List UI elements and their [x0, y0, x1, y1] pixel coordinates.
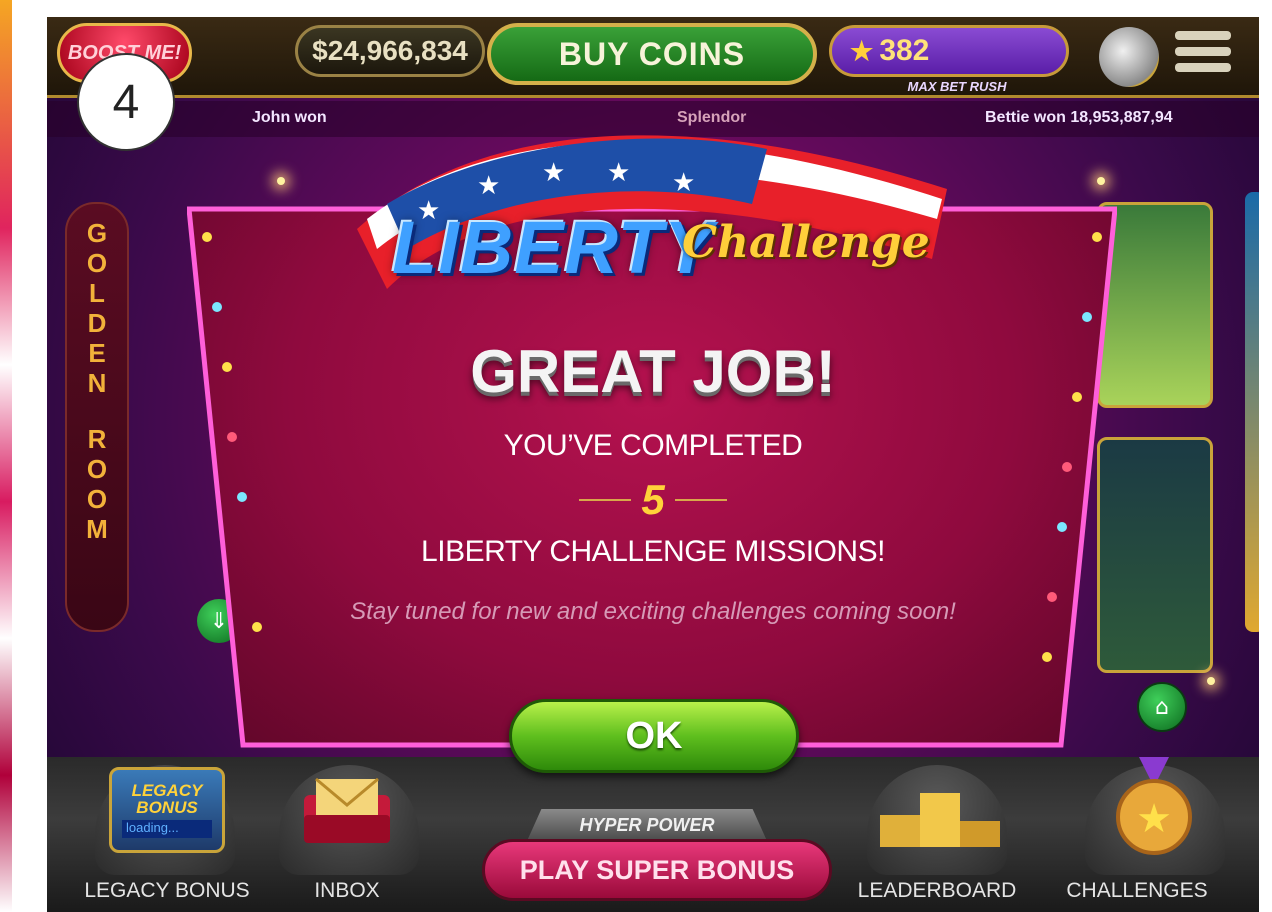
previous-screen-strip: [0, 0, 12, 912]
svg-text:★: ★: [542, 158, 565, 188]
mission-count-row: 5: [47, 475, 1259, 525]
max-bet-rush-label: MAX BET RUSH: [907, 79, 1007, 94]
stars-counter[interactable]: ★ 382: [829, 25, 1069, 77]
legacy-bonus-icon[interactable]: LEGACY BONUS loading...: [109, 767, 225, 853]
golden-room-letter: O: [86, 248, 108, 278]
golden-room-letter: D: [87, 308, 107, 338]
legacy-bonus-icon-title: LEGACY BONUS: [131, 781, 203, 817]
coin-balance: $24,966,834: [295, 25, 485, 77]
inbox-envelope-icon[interactable]: [302, 775, 392, 845]
liberty-title: LIBERTY: [392, 206, 715, 289]
missions-text: LIBERTY CHALLENGE MISSIONS!: [421, 535, 885, 568]
challenge-subtitle: Challenge: [682, 217, 930, 268]
ticker-entry: John won: [252, 109, 327, 126]
legacy-bonus-label[interactable]: LEGACY BONUS: [67, 879, 267, 903]
stars-value: 382: [879, 34, 930, 67]
divider: [674, 499, 727, 501]
svg-text:★: ★: [607, 158, 630, 188]
player-avatar[interactable]: [1099, 27, 1159, 87]
loading-indicator: loading...: [122, 820, 212, 838]
home-icon[interactable]: ⌂: [1137, 682, 1187, 732]
game-screen: BOOST ME! $24,966,834 BUY COINS ★ 382 MA…: [47, 17, 1259, 912]
mission-count: 5: [641, 476, 665, 523]
play-super-bonus-button[interactable]: PLAY SUPER BONUS: [482, 839, 832, 901]
buy-coins-button[interactable]: BUY COINS: [487, 23, 817, 85]
star-icon: ★: [850, 35, 874, 66]
firework-sparkle: [1207, 677, 1215, 685]
golden-room-letter: G: [86, 218, 108, 248]
ticker-entry: Bettie won 18,953,887,94: [985, 109, 1173, 126]
stay-tuned-message: Stay tuned for new and exciting challeng…: [350, 598, 956, 625]
challenges-medal-icon[interactable]: ★: [1099, 757, 1209, 857]
great-job-heading: GREAT JOB!: [470, 338, 836, 405]
golden-room-letter: L: [89, 278, 105, 308]
hamburger-menu-icon[interactable]: [1175, 31, 1231, 81]
svg-text:★: ★: [672, 168, 695, 198]
step-number-badge: 4: [77, 53, 175, 151]
challenges-label[interactable]: CHALLENGES: [1047, 879, 1227, 903]
firework-sparkle: [1097, 177, 1105, 185]
svg-text:★: ★: [477, 171, 500, 201]
inbox-label[interactable]: INBOX: [287, 879, 407, 903]
svg-text:★: ★: [1136, 796, 1172, 842]
completed-text: YOU’VE COMPLETED: [503, 429, 803, 462]
ok-button[interactable]: OK: [509, 699, 799, 773]
divider: [579, 499, 632, 501]
leaderboard-label[interactable]: LEADERBOARD: [837, 879, 1037, 903]
hyper-power-label: HYPER POWER: [527, 809, 767, 841]
firework-sparkle: [277, 177, 285, 185]
leaderboard-podium-icon[interactable]: [875, 787, 1005, 847]
